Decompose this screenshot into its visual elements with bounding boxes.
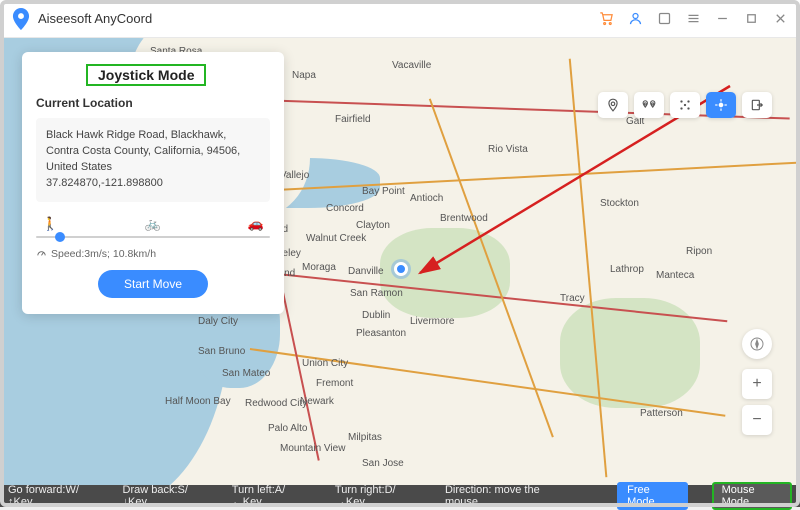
zoom-controls: + − [742,329,772,435]
map-toolbar [598,92,772,118]
app-title: Aiseesoft AnyCoord [38,11,152,26]
window-icon[interactable] [657,11,672,26]
address-display: Black Hawk Ridge Road, Blackhawk, Contra… [36,118,270,202]
free-mode-button[interactable]: Free Mode [617,482,688,510]
multi-point-mode-button[interactable] [670,92,700,118]
cart-icon[interactable] [599,11,614,26]
maximize-button[interactable] [744,11,759,26]
start-move-button[interactable]: Start Move [98,270,208,298]
joystick-mode-button[interactable] [706,92,736,118]
bike-icon[interactable]: 🚲 [145,216,161,232]
hint-left: Turn left:A/←Key [232,484,311,508]
mouse-mode-button[interactable]: Mouse Mode [712,482,792,510]
close-button[interactable] [773,11,788,26]
control-panel: Joystick Mode Current Location Black Haw… [22,52,284,314]
user-icon[interactable] [628,11,643,26]
car-icon[interactable]: 🚗 [248,216,264,232]
current-location-marker[interactable] [394,262,408,276]
mode-title: Joystick Mode [86,64,206,86]
zoom-in-button[interactable]: + [742,369,772,399]
speed-value: Speed:3m/s; 10.8km/h [51,248,156,260]
menu-icon[interactable] [686,11,701,26]
speed-slider-thumb[interactable] [55,232,65,242]
bottom-bar: Go forward:W/↑Key Draw back:S/↓Key Turn … [0,485,800,507]
coords-text: 37.824870,-121.898800 [46,176,260,192]
address-text: Black Hawk Ridge Road, Blackhawk, Contra… [46,128,260,176]
hint-back: Draw back:S/↓Key [123,484,208,508]
current-location-label: Current Location [36,96,270,110]
hint-direction: Direction: move the mouse [445,484,569,508]
hint-forward: Go forward:W/↑Key [8,484,99,508]
compass-button[interactable] [742,329,772,359]
app-logo-icon [12,8,30,30]
minimize-button[interactable] [715,11,730,26]
titlebar: Aiseesoft AnyCoord [0,0,800,38]
hint-right: Turn right:D/→Key [335,484,421,508]
walk-icon[interactable]: 🚶 [42,216,58,232]
two-point-mode-button[interactable] [634,92,664,118]
zoom-out-button[interactable]: − [742,405,772,435]
speed-slider[interactable] [36,236,270,238]
single-point-mode-button[interactable] [598,92,628,118]
export-button[interactable] [742,92,772,118]
speedometer-icon [36,248,47,259]
